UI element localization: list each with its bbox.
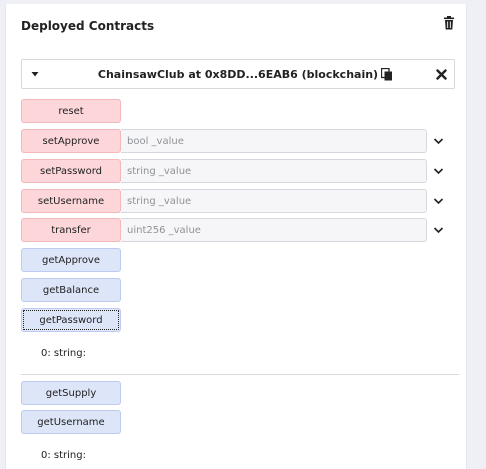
function-row-getapprove: getApprove [21, 248, 441, 272]
function-row-setusername: setUsername [21, 189, 444, 213]
getsupply-button[interactable]: getSupply [21, 381, 121, 405]
transfer-button[interactable]: transfer [21, 218, 121, 242]
deployed-contracts-panel: Deployed Contracts ChainsawClub at 0x8DD… [5, 4, 467, 469]
getusername-button[interactable]: getUsername [21, 410, 121, 434]
setpassword-input[interactable] [121, 159, 427, 183]
function-row-setapprove: setApprove [21, 129, 444, 153]
function-row-getusername: getUsername [21, 410, 441, 434]
getpassword-output: 0: string: [41, 348, 86, 359]
getusername-output: 0: string: [41, 450, 86, 461]
function-row-reset: reset [21, 99, 441, 123]
contract-instance-header: ChainsawClub at 0x8DD...6EAB6 (blockchai… [21, 59, 455, 89]
function-row-setpassword: setPassword [21, 159, 444, 183]
function-row-getpassword: getPassword [21, 308, 441, 332]
setapprove-input[interactable] [121, 129, 427, 153]
chevron-down-icon[interactable] [433, 136, 444, 146]
trash-icon[interactable] [443, 16, 455, 30]
setusername-button[interactable]: setUsername [21, 189, 121, 213]
chevron-down-icon[interactable] [433, 166, 444, 176]
transfer-input[interactable] [121, 218, 427, 242]
setpassword-button[interactable]: setPassword [21, 159, 121, 183]
setusername-input[interactable] [121, 189, 427, 213]
getbalance-button[interactable]: getBalance [21, 278, 121, 302]
reset-button[interactable]: reset [21, 99, 121, 123]
divider [21, 374, 459, 375]
section-title: Deployed Contracts [21, 19, 155, 33]
function-row-getbalance: getBalance [21, 278, 441, 302]
close-icon[interactable] [436, 69, 447, 80]
function-row-transfer: transfer [21, 218, 444, 242]
chevron-down-icon[interactable] [433, 196, 444, 206]
getpassword-button[interactable]: getPassword [21, 308, 121, 332]
setapprove-button[interactable]: setApprove [21, 129, 121, 153]
getapprove-button[interactable]: getApprove [21, 248, 121, 272]
function-row-getsupply: getSupply [21, 381, 441, 405]
chevron-down-icon[interactable] [433, 225, 444, 235]
copy-icon[interactable] [381, 68, 393, 81]
